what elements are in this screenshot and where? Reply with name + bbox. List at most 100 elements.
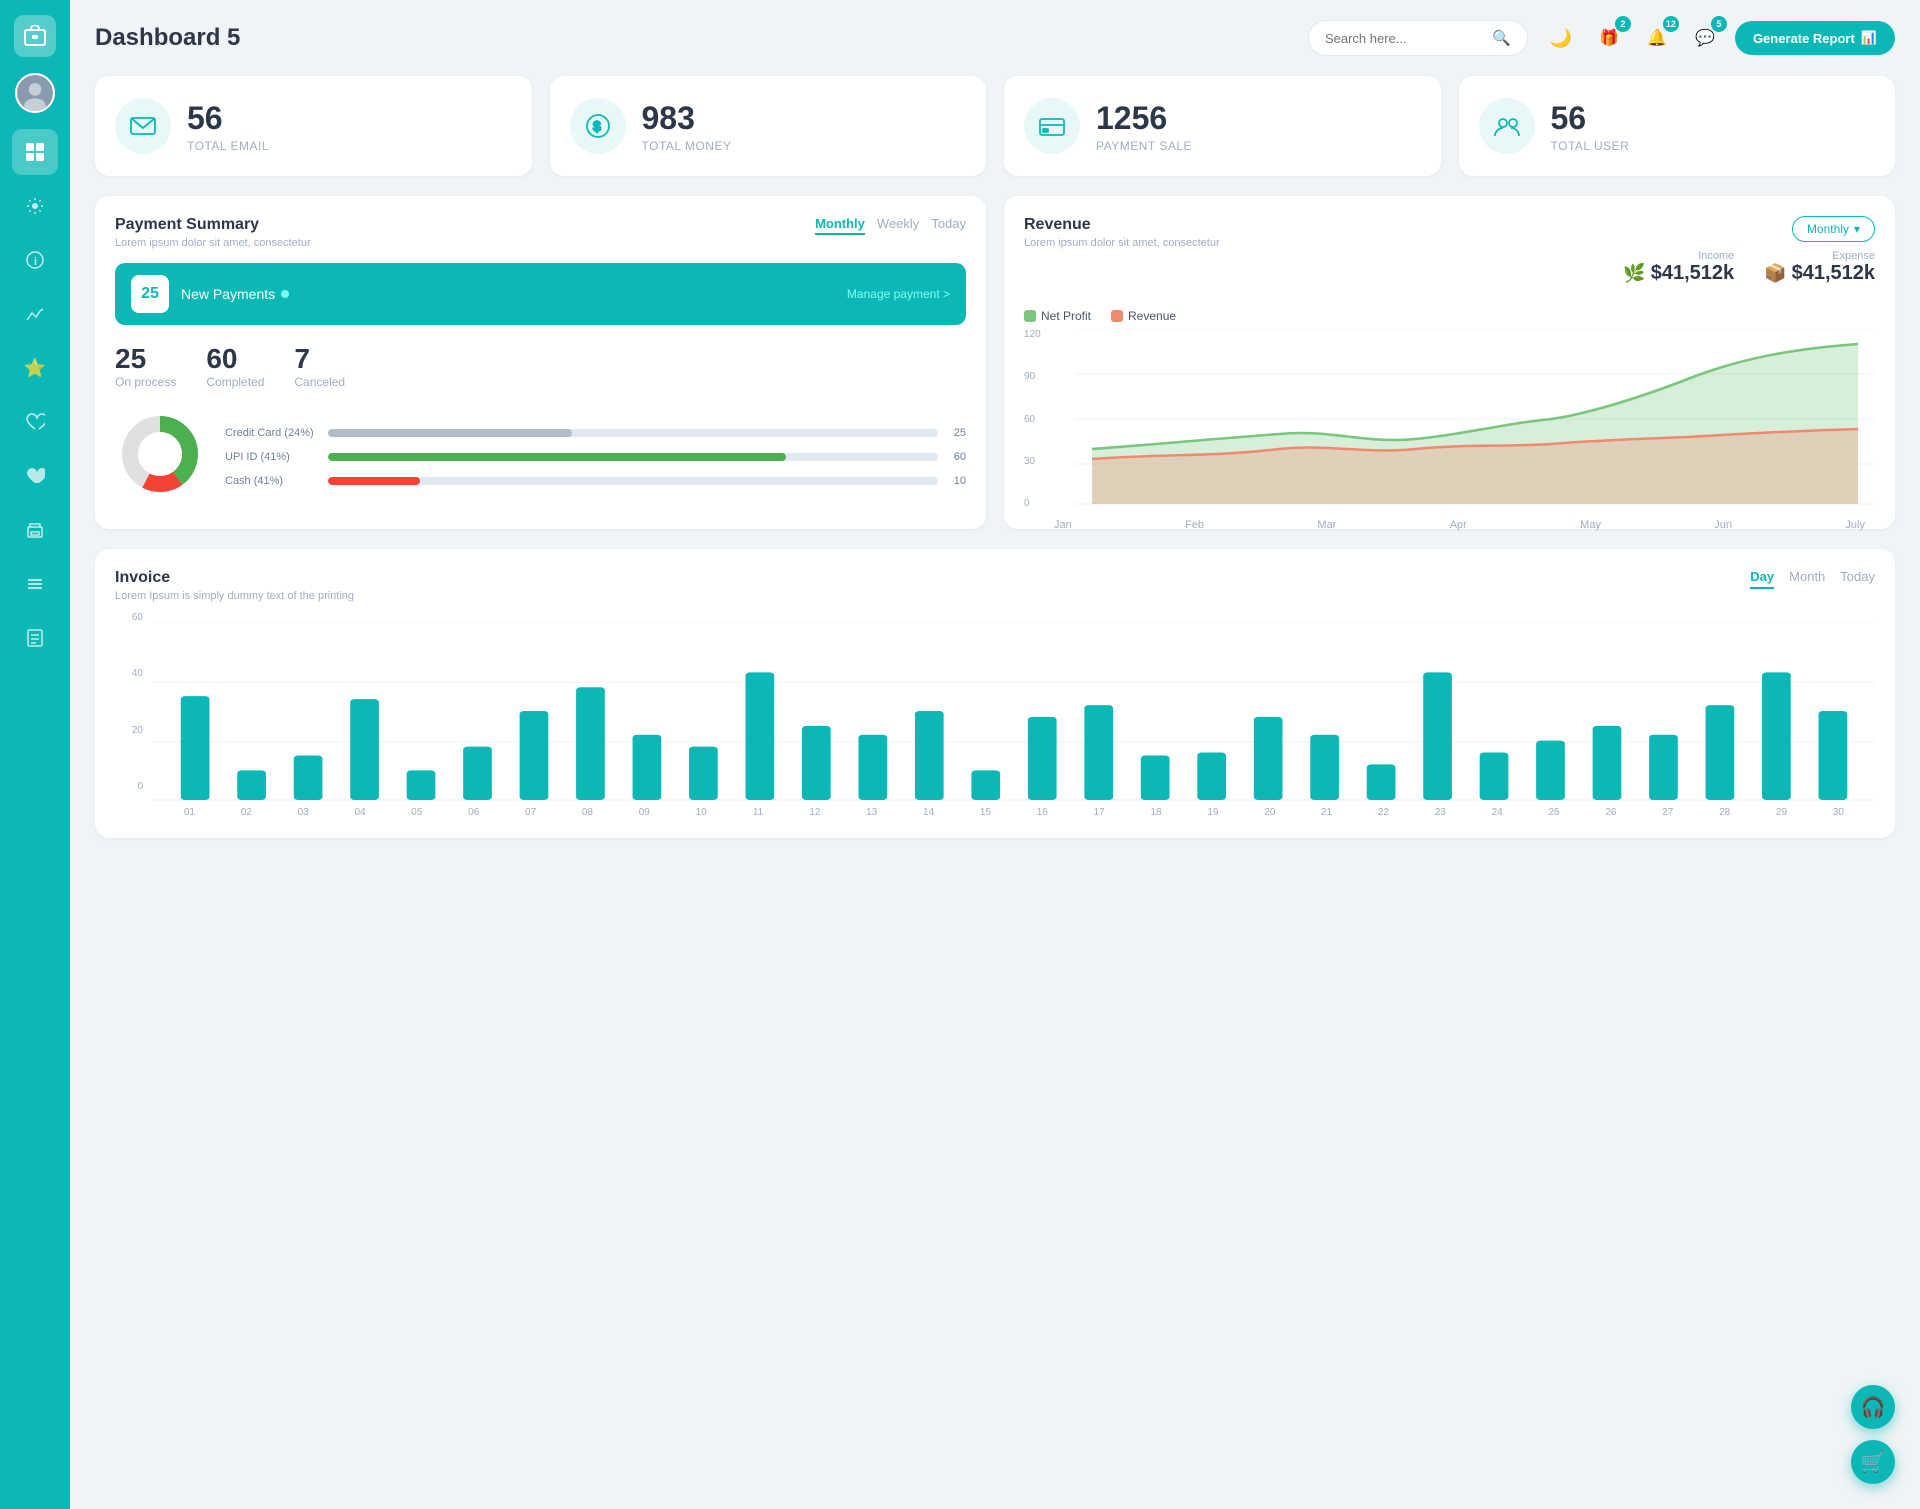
search-icon: 🔍: [1492, 29, 1511, 47]
invoice-panel: Invoice Lorem Ipsum is simply dummy text…: [95, 549, 1895, 838]
cash-label: Cash (41%): [225, 475, 320, 487]
donut-chart: [115, 409, 205, 504]
support-icon: 🎧: [1861, 1395, 1886, 1420]
payment-sale-icon: [1024, 98, 1080, 154]
chart-x-labels: Jan Feb Mar Apr May Jun July: [1024, 519, 1875, 531]
income-value: 🌿 $41,512k: [1623, 262, 1734, 285]
payment-sale-label: PAYMENT SALE: [1096, 139, 1192, 153]
invoice-tab-today[interactable]: Today: [1840, 569, 1875, 589]
total-email-icon: [115, 98, 171, 154]
legend-revenue: Revenue: [1111, 309, 1176, 323]
invoice-bar: [181, 696, 210, 800]
income-label: Income: [1623, 250, 1734, 262]
sidebar-item-list[interactable]: [12, 561, 58, 607]
invoice-bar: [1084, 705, 1113, 800]
income-expense: Income 🌿 $41,512k Expense 📦 $41,512k: [1623, 250, 1875, 285]
invoice-bar: [689, 747, 718, 800]
revenue-label: Revenue: [1128, 309, 1176, 323]
revenue-panel: Revenue Lorem ipsum dolor sit amet, cons…: [1004, 196, 1895, 529]
invoice-bar: [1310, 735, 1339, 800]
sidebar-item-print[interactable]: [12, 507, 58, 553]
sidebar-item-heart[interactable]: [12, 399, 58, 445]
cart-icon: 🛒: [1861, 1450, 1886, 1475]
stat-card-total-money: $ 983 TOTAL MONEY: [550, 76, 987, 176]
sidebar-logo[interactable]: [14, 15, 56, 57]
sidebar-item-docs[interactable]: [12, 615, 58, 661]
invoice-bar: [915, 711, 944, 800]
revenue-legend: Net Profit Revenue: [1024, 309, 1875, 323]
cart-fab[interactable]: 🛒: [1851, 1440, 1895, 1484]
sidebar-item-heart2[interactable]: [12, 453, 58, 499]
sidebar-item-settings[interactable]: [12, 183, 58, 229]
invoice-bar: [237, 770, 266, 800]
invoice-bar: [1367, 764, 1396, 800]
invoice-bar: [1028, 717, 1057, 800]
invoice-tab-day[interactable]: Day: [1750, 569, 1774, 589]
total-user-icon: [1479, 98, 1535, 154]
search-bar[interactable]: 🔍: [1308, 20, 1528, 56]
invoice-bar: [1649, 735, 1678, 800]
income-icon: 🌿: [1623, 263, 1645, 284]
upi-value: 60: [946, 451, 966, 463]
sidebar-item-dashboard[interactable]: [12, 129, 58, 175]
total-email-value: 56: [187, 100, 269, 137]
credit-card-track: [328, 429, 938, 437]
support-fab[interactable]: 🎧: [1851, 1385, 1895, 1429]
expense-value: 📦 $41,512k: [1764, 262, 1875, 285]
invoice-bar: [858, 735, 887, 800]
main-content: Dashboard 5 🔍 🌙 🎁 2 🔔 12 💬 5 Generate Re: [70, 0, 1920, 1509]
bell-icon: 🔔: [1647, 28, 1667, 48]
tab-monthly[interactable]: Monthly: [815, 216, 865, 235]
payment-summary-title: Payment Summary: [115, 216, 311, 234]
invoice-bar: [1141, 756, 1170, 801]
total-money-icon: $: [570, 98, 626, 154]
sidebar-item-star[interactable]: ⭐: [12, 345, 58, 391]
chevron-down-icon: ▾: [1854, 222, 1860, 236]
total-money-value: 983: [642, 100, 732, 137]
revenue-chart: 120 90 60 30 0: [1024, 329, 1875, 509]
payment-bottom: Credit Card (24%) 25 UPI ID (41%) 60: [115, 409, 966, 504]
revenue-svg: [1024, 329, 1875, 509]
income-item: Income 🌿 $41,512k: [1623, 250, 1734, 285]
gift-badge: 2: [1615, 16, 1631, 32]
bell-btn[interactable]: 🔔 12: [1639, 20, 1675, 56]
tab-weekly[interactable]: Weekly: [877, 216, 919, 235]
new-payments-row: 25 New Payments Manage payment >: [115, 263, 966, 325]
payment-summary-subtitle: Lorem ipsum dolor sit amet, consectetur: [115, 237, 311, 249]
invoice-bar: [463, 747, 492, 800]
user-avatar[interactable]: [15, 73, 55, 113]
generate-report-button[interactable]: Generate Report 📊: [1735, 21, 1895, 55]
dark-mode-btn[interactable]: 🌙: [1543, 20, 1579, 56]
svg-text:i: i: [34, 256, 37, 268]
expense-icon: 📦: [1764, 263, 1786, 284]
sidebar-item-info[interactable]: i: [12, 237, 58, 283]
invoice-bar: [1254, 717, 1283, 800]
invoice-bar: [576, 687, 605, 800]
canceled-label: Canceled: [294, 375, 345, 389]
credit-card-value: 25: [946, 427, 966, 439]
invoice-bar: [1819, 711, 1848, 800]
payment-summary-panel: Payment Summary Lorem ipsum dolor sit am…: [95, 196, 986, 529]
payment-bars: Credit Card (24%) 25 UPI ID (41%) 60: [225, 427, 966, 487]
bell-badge: 12: [1663, 16, 1679, 32]
moon-icon: 🌙: [1550, 28, 1572, 49]
completed-label: Completed: [206, 375, 264, 389]
message-btn[interactable]: 💬 5: [1687, 20, 1723, 56]
revenue-subtitle: Lorem ipsum dolor sit amet, consectetur: [1024, 237, 1220, 249]
manage-payment-link[interactable]: Manage payment >: [847, 287, 950, 301]
revenue-dropdown[interactable]: Monthly ▾: [1792, 216, 1875, 242]
invoice-bar: [1706, 705, 1735, 800]
invoice-bar: [1423, 672, 1452, 800]
search-input[interactable]: [1325, 31, 1484, 46]
message-icon: 💬: [1695, 28, 1715, 48]
header: Dashboard 5 🔍 🌙 🎁 2 🔔 12 💬 5 Generate Re: [95, 20, 1895, 56]
tab-today[interactable]: Today: [931, 216, 966, 235]
header-icons: 🌙 🎁 2 🔔 12 💬 5 Generate Report 📊: [1543, 20, 1895, 56]
on-process-value: 25: [115, 343, 176, 375]
invoice-tabs: Day Month Today: [1750, 569, 1875, 589]
sidebar-item-analytics[interactable]: [12, 291, 58, 337]
invoice-tab-month[interactable]: Month: [1789, 569, 1825, 589]
upi-fill: [328, 453, 786, 461]
net-profit-label: Net Profit: [1041, 309, 1091, 323]
gift-btn[interactable]: 🎁 2: [1591, 20, 1627, 56]
